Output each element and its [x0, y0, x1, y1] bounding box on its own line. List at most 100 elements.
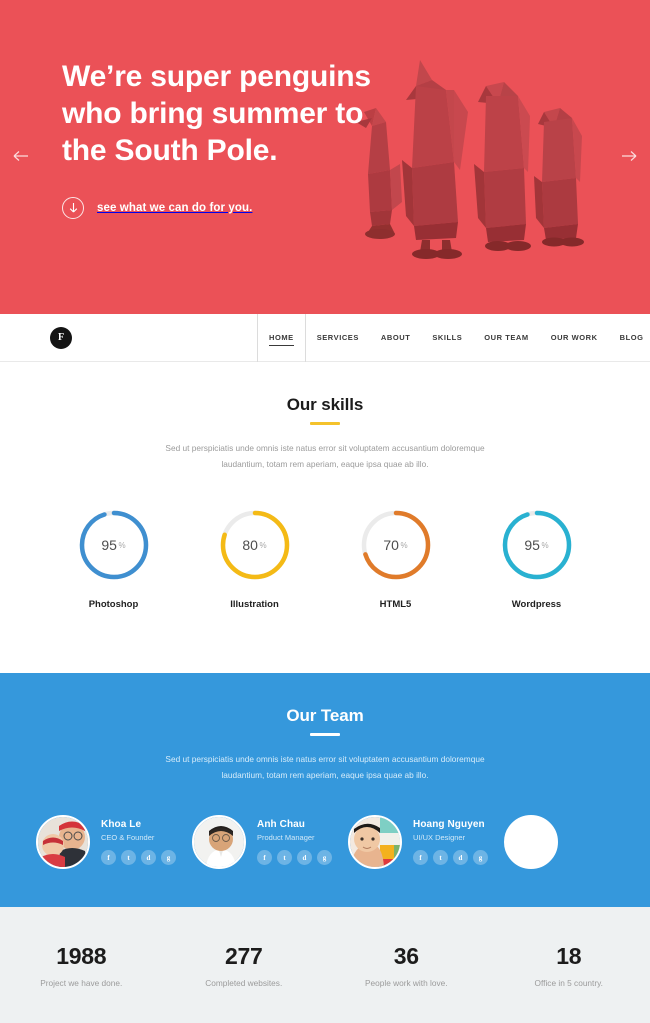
member-socials: f t d g — [101, 850, 176, 865]
hero-slider: We’re super penguins who bring summer to… — [0, 0, 650, 314]
main-navigation: F HOME SERVICES ABOUT SKILLS OUR TEAM OU… — [0, 314, 650, 362]
team-member-card[interactable]: Khoa Le CEO & Founder f t d g — [36, 815, 176, 869]
arrow-down-icon — [62, 197, 84, 219]
skill-label: Wordpress — [484, 599, 589, 610]
stat-websites: 277 Completed websites. — [163, 943, 326, 988]
stat-projects: 1988 Project we have done. — [0, 943, 163, 988]
twitter-icon[interactable]: t — [433, 850, 448, 865]
stat-label: People work with love. — [325, 978, 488, 988]
donut-value-group: 95 % — [500, 508, 574, 582]
avatar — [36, 815, 90, 869]
google-plus-icon[interactable]: g — [317, 850, 332, 865]
slider-next-arrow[interactable] — [620, 149, 637, 166]
title-underline — [310, 733, 340, 736]
slider-prev-arrow[interactable] — [13, 149, 30, 166]
avatar — [348, 815, 402, 869]
skills-subtitle: Sed ut perspiciatis unde omnis iste natu… — [160, 440, 490, 472]
facebook-icon[interactable]: f — [257, 850, 272, 865]
member-role: CEO & Founder — [101, 833, 176, 842]
member-name: Khoa Le — [101, 819, 176, 830]
member-socials: f t d g — [413, 850, 488, 865]
donut-value-group: 80 % — [218, 508, 292, 582]
donut-value: 95 — [524, 537, 540, 553]
hero-content: We’re super penguins who bring summer to… — [62, 58, 392, 219]
skill-label: HTML5 — [343, 599, 448, 610]
skill-item-illustration: 80 % Illustration — [202, 508, 307, 610]
dribbble-icon[interactable]: d — [141, 850, 156, 865]
hero-cta-link[interactable]: see what we can do for you. — [62, 197, 392, 219]
stat-number: 18 — [488, 943, 650, 970]
facebook-icon[interactable]: f — [413, 850, 428, 865]
nav-item-label: OUR WORK — [551, 333, 598, 342]
nav-item-our-work[interactable]: OUR WORK — [540, 314, 609, 362]
google-plus-icon[interactable]: g — [473, 850, 488, 865]
skills-list: 95 % Photoshop 80 % Illustration — [0, 508, 650, 610]
stat-number: 277 — [163, 943, 326, 970]
stat-label: Office in 5 country. — [488, 978, 650, 988]
percent-sign: % — [400, 541, 407, 550]
site-logo[interactable]: F — [50, 327, 72, 349]
stat-people: 36 People work with love. — [325, 943, 488, 988]
skill-label: Photoshop — [61, 599, 166, 610]
team-members-carousel[interactable]: Khoa Le CEO & Founder f t d g — [0, 815, 650, 869]
skill-label: Illustration — [202, 599, 307, 610]
member-info: Anh Chau Product Manager f t d g — [257, 819, 332, 865]
progress-donut: 70 % — [359, 508, 433, 582]
avatar — [192, 815, 246, 869]
skill-item-photoshop: 95 % Photoshop — [61, 508, 166, 610]
nav-item-skills[interactable]: SKILLS — [421, 314, 473, 362]
member-role: UI/UX Designer — [413, 833, 488, 842]
member-socials: f t d g — [257, 850, 332, 865]
member-info: Khoa Le CEO & Founder f t d g — [101, 819, 176, 865]
member-info: Hoang Nguyen UI/UX Designer f t d g — [413, 819, 488, 865]
nav-item-label: BLOG — [620, 333, 644, 342]
dribbble-icon[interactable]: d — [297, 850, 312, 865]
stat-number: 1988 — [0, 943, 163, 970]
nav-list: HOME SERVICES ABOUT SKILLS OUR TEAM OUR … — [257, 314, 650, 362]
nav-item-label: SKILLS — [432, 333, 462, 342]
progress-donut: 80 % — [218, 508, 292, 582]
stat-offices: 18 Office in 5 country. — [488, 943, 650, 988]
skill-item-wordpress: 95 % Wordpress — [484, 508, 589, 610]
hero-title: We’re super penguins who bring summer to… — [62, 58, 392, 169]
dribbble-icon[interactable]: d — [453, 850, 468, 865]
team-section: Our Team Sed ut perspiciatis unde omnis … — [0, 673, 650, 907]
nav-item-label: HOME — [269, 333, 294, 342]
nav-item-label: SERVICES — [317, 333, 359, 342]
team-header: Our Team Sed ut perspiciatis unde omnis … — [0, 706, 650, 783]
nav-item-our-team[interactable]: OUR TEAM — [473, 314, 539, 362]
google-plus-icon[interactable]: g — [161, 850, 176, 865]
twitter-icon[interactable]: t — [277, 850, 292, 865]
team-subtitle: Sed ut perspiciatis unde omnis iste natu… — [160, 751, 490, 783]
team-member-card-partial[interactable] — [504, 815, 558, 869]
nav-item-services[interactable]: SERVICES — [306, 314, 370, 362]
donut-value: 70 — [383, 537, 399, 553]
stat-label: Project we have done. — [0, 978, 163, 988]
nav-item-home[interactable]: HOME — [257, 314, 306, 362]
donut-value-group: 70 % — [359, 508, 433, 582]
nav-item-label: ABOUT — [381, 333, 410, 342]
logo-letter: F — [58, 332, 64, 343]
donut-value: 80 — [242, 537, 258, 553]
donut-value-group: 95 % — [77, 508, 151, 582]
percent-sign: % — [259, 541, 266, 550]
skill-item-html5: 70 % HTML5 — [343, 508, 448, 610]
skills-title: Our skills — [0, 395, 650, 415]
facebook-icon[interactable]: f — [101, 850, 116, 865]
percent-sign: % — [118, 541, 125, 550]
team-title: Our Team — [0, 706, 650, 726]
nav-item-label: OUR TEAM — [484, 333, 528, 342]
nav-item-blog[interactable]: BLOG — [609, 314, 650, 362]
stats-section: 1988 Project we have done. 277 Completed… — [0, 907, 650, 1023]
team-member-card[interactable]: Anh Chau Product Manager f t d g — [192, 815, 332, 869]
progress-donut: 95 % — [500, 508, 574, 582]
stat-number: 36 — [325, 943, 488, 970]
team-member-card[interactable]: Hoang Nguyen UI/UX Designer f t d g — [348, 815, 488, 869]
nav-item-about[interactable]: ABOUT — [370, 314, 421, 362]
skills-section: Our skills Sed ut perspiciatis unde omni… — [0, 362, 650, 673]
twitter-icon[interactable]: t — [121, 850, 136, 865]
progress-donut: 95 % — [77, 508, 151, 582]
donut-value: 95 — [101, 537, 117, 553]
member-name: Anh Chau — [257, 819, 332, 830]
member-role: Product Manager — [257, 833, 332, 842]
